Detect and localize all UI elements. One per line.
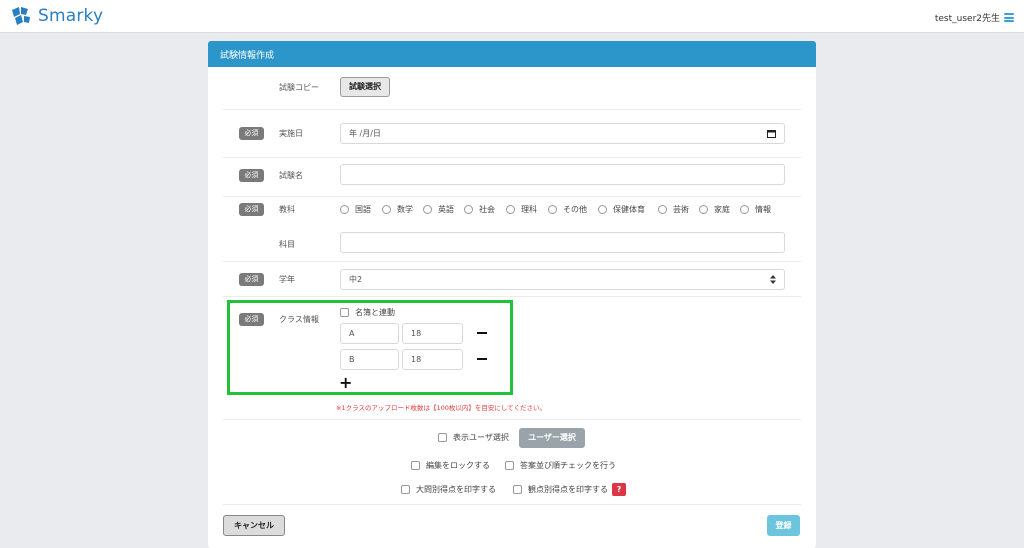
subject-label: 教科 [279, 205, 295, 214]
exam-select-button[interactable]: 試験選択 [340, 77, 390, 97]
user-menu[interactable]: test_user2先生 [935, 11, 1014, 24]
radio-button[interactable] [464, 205, 473, 214]
subject-radio-2[interactable]: 英語 [423, 204, 454, 215]
required-badge: 必須 [239, 313, 264, 326]
radio-button[interactable] [548, 205, 557, 214]
grade-label: 学年 [279, 275, 295, 284]
class-name-input[interactable]: A [340, 323, 399, 344]
checkbox[interactable] [513, 485, 522, 494]
class-count-input[interactable]: 18 [402, 323, 463, 344]
add-class-icon[interactable]: + [339, 375, 352, 391]
smarky-logo-icon [12, 7, 30, 25]
brand-name: Smarky [38, 6, 104, 26]
display-user-checkbox[interactable]: 表示ユーザ選択 [438, 432, 509, 443]
subject-radio-0[interactable]: 国語 [340, 204, 371, 215]
remove-class-icon[interactable] [477, 358, 487, 360]
subject-option-label: 数学 [397, 205, 413, 214]
lock-edit-checkbox[interactable]: 編集をロックする [411, 460, 490, 471]
radio-button[interactable] [506, 205, 515, 214]
divider [223, 419, 801, 420]
calendar-icon[interactable] [767, 129, 776, 138]
exam-copy-label: 試験コピー [279, 83, 319, 92]
checkbox[interactable] [401, 485, 410, 494]
print-perspective-score-label: 観点別得点を印字する [528, 485, 608, 494]
course-input[interactable] [340, 232, 785, 253]
divider [223, 504, 801, 505]
subject-radio-4[interactable]: 理科 [506, 204, 537, 215]
divider [223, 196, 801, 197]
help-icon[interactable]: ? [612, 483, 626, 496]
subject-radio-8[interactable]: 家庭 [699, 204, 730, 215]
subject-option-label: 英語 [438, 205, 454, 214]
top-bar: Smarky test_user2先生 [0, 0, 1024, 33]
roster-link-checkbox[interactable]: 名簿と連動 [340, 307, 395, 318]
divider [223, 296, 801, 297]
radio-button[interactable] [340, 205, 349, 214]
subject-option-label: 情報 [755, 205, 771, 214]
submit-button[interactable]: 登録 [767, 515, 800, 536]
display-user-label: 表示ユーザ選択 [453, 433, 509, 442]
lock-edit-label: 編集をロックする [426, 461, 490, 470]
radio-button[interactable] [740, 205, 749, 214]
exam-form-card: 試験情報作成 試験コピー 試験選択 必須 実施日 年 /月/日 必須 試験名 必… [208, 41, 816, 548]
subject-option-label: 家庭 [714, 205, 730, 214]
divider [223, 157, 801, 158]
subject-radio-6[interactable]: 保健体育 [598, 204, 645, 215]
cancel-button[interactable]: キャンセル [223, 515, 285, 536]
roster-link-label: 名簿と連動 [355, 308, 395, 317]
subject-radio-7[interactable]: 芸術 [658, 204, 689, 215]
hamburger-icon[interactable] [1004, 13, 1014, 22]
required-badge: 必須 [239, 273, 264, 286]
radio-button[interactable] [423, 205, 432, 214]
divider [223, 109, 801, 110]
checkbox[interactable] [340, 308, 349, 317]
exam-name-input[interactable] [340, 164, 785, 185]
required-badge: 必須 [239, 203, 264, 216]
print-question-score-label: 大問別得点を印字する [416, 485, 496, 494]
subject-radio-3[interactable]: 社会 [464, 204, 495, 215]
remove-class-icon[interactable] [477, 332, 487, 334]
subject-option-label: 国語 [355, 205, 371, 214]
required-badge: 必須 [239, 169, 264, 182]
subject-radio-1[interactable]: 数学 [382, 204, 413, 215]
print-perspective-score-checkbox[interactable]: 観点別得点を印字する ? [513, 483, 626, 496]
select-arrows-icon [770, 275, 776, 284]
date-input[interactable]: 年 /月/日 [340, 123, 785, 144]
class-name-input[interactable]: B [340, 349, 399, 370]
upload-note: ※1クラスのアップロード枚数は【100枚以内】を目安にしてください。 [336, 404, 546, 412]
subject-option-label: その他 [563, 205, 587, 214]
date-placeholder: 年 /月/日 [349, 129, 381, 138]
print-question-score-checkbox[interactable]: 大問別得点を印字する [401, 484, 496, 495]
subject-option-label: 保健体育 [613, 205, 645, 214]
grade-select[interactable]: 中2 [340, 269, 785, 290]
subject-option-label: 社会 [479, 205, 495, 214]
checkbox[interactable] [411, 461, 420, 470]
course-label: 科目 [279, 240, 295, 249]
user-name: test_user2先生 [934, 14, 1000, 24]
radio-button[interactable] [382, 205, 391, 214]
date-label: 実施日 [279, 129, 303, 138]
subject-radio-9[interactable]: 情報 [740, 204, 771, 215]
subject-radio-5[interactable]: その他 [548, 204, 587, 215]
answer-order-label: 答案並び順チェックを行う [520, 461, 616, 470]
logo[interactable]: Smarky [10, 6, 103, 26]
subject-option-label: 芸術 [673, 205, 689, 214]
radio-button[interactable] [658, 205, 667, 214]
exam-name-label: 試験名 [279, 171, 303, 180]
grade-value: 中2 [349, 275, 363, 284]
required-badge: 必須 [239, 127, 264, 140]
class-count-input[interactable]: 18 [402, 349, 463, 370]
subject-option-label: 理科 [521, 205, 537, 214]
card-title: 試験情報作成 [208, 41, 816, 67]
checkbox[interactable] [505, 461, 514, 470]
radio-button[interactable] [598, 205, 607, 214]
class-info-label: クラス情報 [279, 315, 319, 324]
user-select-button[interactable]: ユーザー選択 [519, 428, 585, 448]
answer-order-checkbox[interactable]: 答案並び順チェックを行う [505, 460, 616, 471]
divider [223, 261, 801, 262]
radio-button[interactable] [699, 205, 708, 214]
checkbox[interactable] [438, 433, 447, 442]
